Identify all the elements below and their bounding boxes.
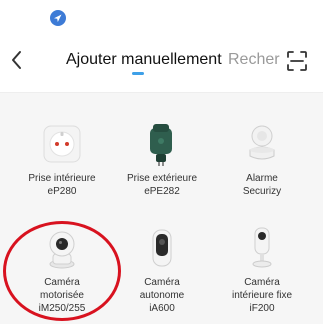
device-label-line1: Alarme <box>246 173 278 184</box>
device-fixed-indoor-camera[interactable]: Caméra intérieure fixe iF200 <box>210 224 314 315</box>
device-label-line1: Caméra <box>244 277 280 288</box>
device-label-line2: motorisée <box>40 290 84 301</box>
active-tab-indicator <box>132 72 144 75</box>
device-label-line2: ePE282 <box>144 186 180 197</box>
device-outdoor-plug[interactable]: Prise extérieure ePE282 <box>110 120 214 198</box>
device-indoor-plug[interactable]: Prise intérieure eP280 <box>10 120 114 198</box>
device-label-line1: Caméra <box>144 277 180 288</box>
tab-add-manually[interactable]: Ajouter manuellement <box>66 51 222 69</box>
device-label-line2: autonome <box>139 290 185 301</box>
indoor-plug-icon <box>38 120 86 168</box>
fixed-indoor-camera-icon <box>238 224 286 272</box>
device-label-line1: Prise extérieure <box>126 173 198 184</box>
autonomous-camera-icon <box>138 224 186 272</box>
device-label-line1: Prise intérieure <box>28 173 96 184</box>
device-label-line2: Securizy <box>242 186 282 197</box>
scan-frame-icon[interactable] <box>286 50 308 72</box>
outdoor-plug-icon <box>138 120 186 168</box>
device-label-line3: iM250/255 <box>38 303 86 314</box>
chevron-left-icon <box>12 51 21 69</box>
motorized-camera-icon <box>38 224 86 272</box>
device-motorized-camera[interactable]: Caméra motorisée iM250/255 <box>10 224 114 315</box>
device-label-line3: iF200 <box>249 303 275 314</box>
device-label-line2: eP280 <box>47 186 77 197</box>
tab-search[interactable]: Recher <box>228 51 280 69</box>
back-button[interactable] <box>6 46 28 74</box>
device-label-line2: intérieure fixe <box>231 290 293 301</box>
device-autonomous-camera[interactable]: Caméra autonome iA600 <box>110 224 214 315</box>
device-label-line3: iA600 <box>149 303 175 314</box>
device-label-line1: Caméra <box>44 277 80 288</box>
header-area <box>0 0 323 92</box>
alarm-siren-icon <box>238 120 286 168</box>
location-arrow-icon <box>50 10 66 26</box>
device-alarm[interactable]: Alarme Securizy <box>210 120 314 198</box>
